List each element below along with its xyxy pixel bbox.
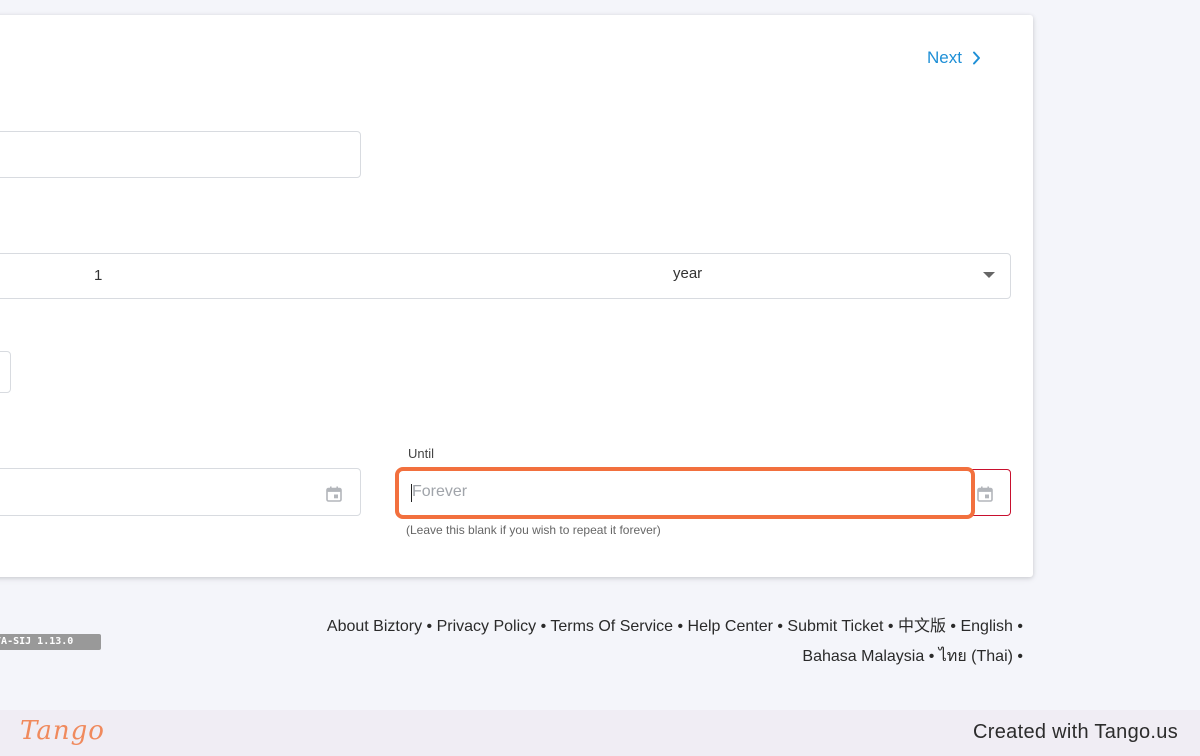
repeat-interval-value[interactable]: 1	[94, 267, 102, 284]
until-label: Until	[408, 446, 435, 461]
text-input[interactable]	[0, 131, 361, 178]
repeat-every-field[interactable]	[0, 253, 1011, 299]
start-date-field[interactable]	[0, 468, 361, 516]
footer-separator: •	[536, 618, 551, 635]
tango-logo: Tango	[20, 716, 105, 746]
footer-link-malay[interactable]: Bahasa Malaysia	[802, 648, 924, 665]
chevron-right-icon	[972, 51, 980, 65]
footer-separator: •	[673, 618, 688, 635]
repeat-unit-select[interactable]: year	[673, 265, 702, 282]
footer-separator: •	[883, 618, 898, 635]
version-text: BETA-SIJ 1.13.0	[0, 636, 74, 647]
option-input[interactable]	[0, 351, 11, 393]
version-badge: BETA-SIJ 1.13.0	[0, 634, 101, 650]
footer-link-help[interactable]: Help Center	[688, 618, 773, 635]
footer-links: About Biztory • Privacy Policy • Terms O…	[263, 612, 1023, 672]
footer-link-thai[interactable]: ไทย (Thai)	[939, 648, 1013, 665]
caret-down-icon[interactable]	[983, 272, 995, 278]
footer-link-english[interactable]: English	[960, 618, 1012, 635]
calendar-icon[interactable]	[976, 485, 994, 503]
footer-separator: •	[772, 618, 788, 635]
footer-separator: •	[1012, 648, 1023, 665]
footer-link-about[interactable]: About Biztory	[327, 618, 422, 635]
footer-link-chinese[interactable]: 中文版	[898, 618, 946, 635]
footer-separator: •	[422, 618, 437, 635]
footer-separator: •	[945, 618, 961, 635]
footer-separator: •	[1012, 618, 1023, 635]
until-hint: (Leave this blank if you wish to repeat …	[406, 523, 661, 537]
step-highlight	[395, 467, 975, 519]
footer-separator: •	[924, 648, 939, 665]
next-label: Next	[927, 48, 962, 67]
next-button[interactable]: Next	[927, 47, 981, 69]
footer-link-privacy[interactable]: Privacy Policy	[437, 618, 537, 635]
footer-link-terms[interactable]: Terms Of Service	[550, 618, 673, 635]
footer-link-ticket[interactable]: Submit Ticket	[787, 618, 883, 635]
calendar-icon[interactable]	[325, 485, 343, 503]
tango-credit: Created with Tango.us	[973, 721, 1178, 743]
